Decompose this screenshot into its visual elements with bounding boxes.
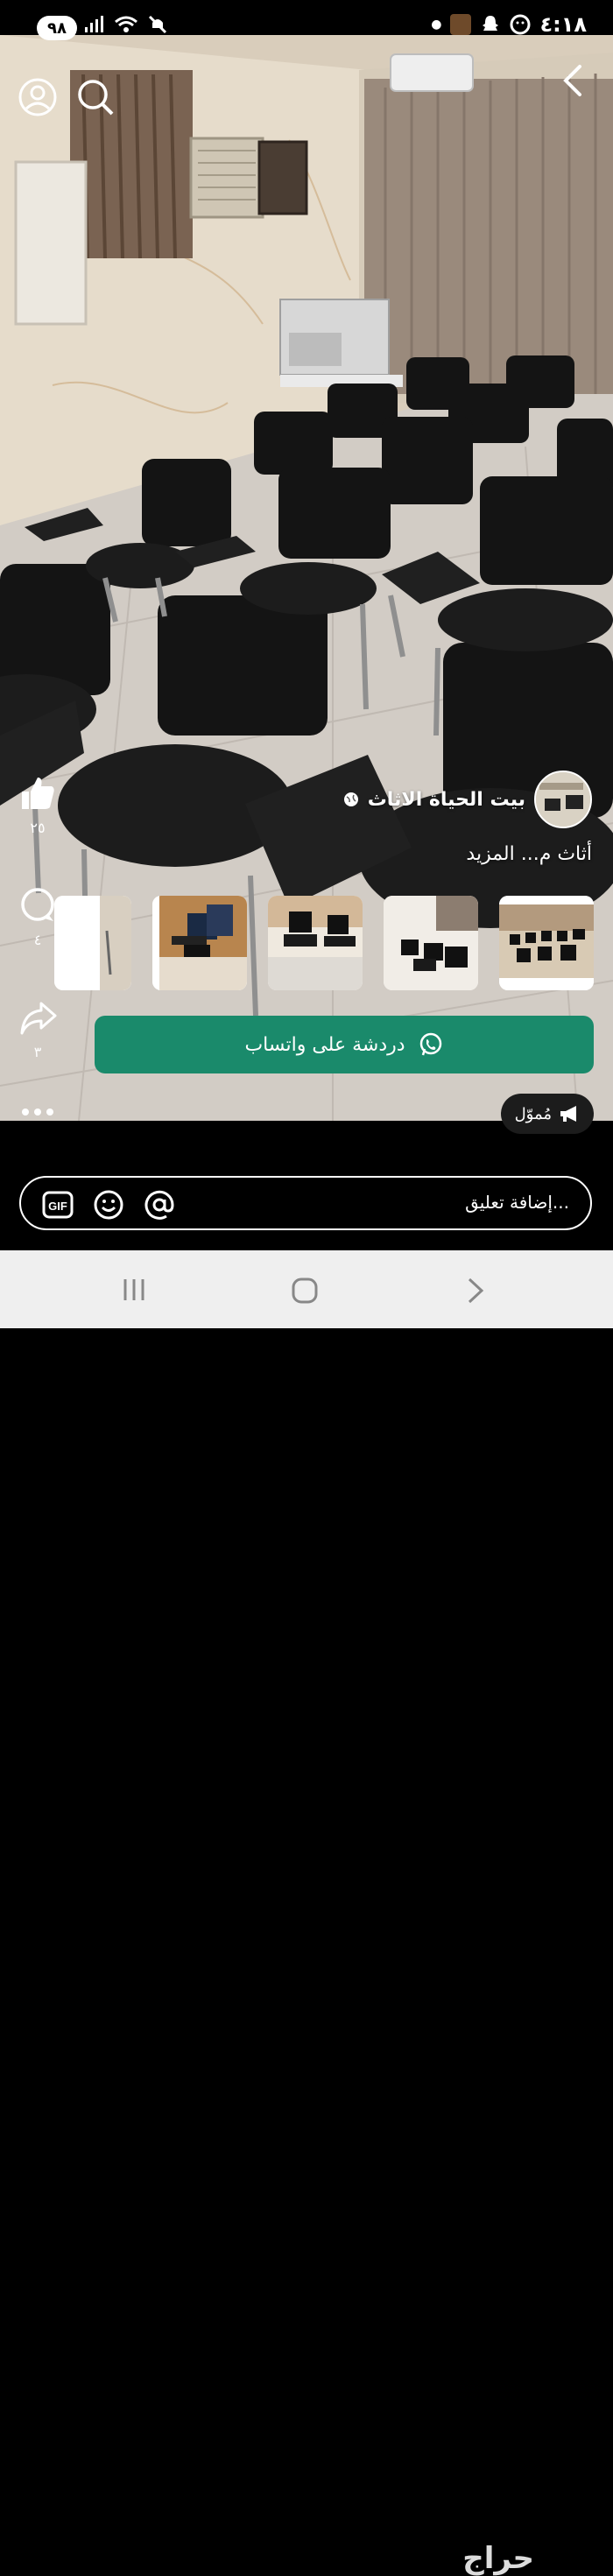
share-icon[interactable] <box>18 998 57 1037</box>
whatsapp-chat-button[interactable]: دردشة على واتساب <box>95 1016 594 1073</box>
seller-name[interactable]: بيت الحياة الاثاث <box>368 789 525 811</box>
dot-icon: ● <box>431 18 442 32</box>
nav-back-icon[interactable] <box>466 1277 487 1305</box>
recents-icon[interactable] <box>121 1277 147 1303</box>
system-nav-bar: حراج <box>0 1250 613 2576</box>
profile-icon[interactable] <box>18 77 58 117</box>
home-icon[interactable] <box>291 1277 319 1305</box>
svg-text:GIF: GIF <box>48 1200 67 1213</box>
haraj-watermark: حراج <box>462 2541 534 2576</box>
status-icons <box>84 14 168 35</box>
clock: ٤:١٨ <box>539 12 587 37</box>
megaphone-icon <box>560 1106 576 1122</box>
thumbnail[interactable] <box>268 896 363 990</box>
app-notification-icon <box>450 14 472 35</box>
globe-icon <box>343 792 358 806</box>
back-icon[interactable] <box>559 63 590 98</box>
whatsapp-button-label: دردشة على واتساب <box>244 1033 405 1056</box>
status-right: ● ٤:١٨ <box>431 12 587 37</box>
battery-level: ٩٨ <box>37 16 77 40</box>
like-icon[interactable] <box>18 774 57 813</box>
search-icon[interactable] <box>75 77 116 117</box>
sponsored-badge: مُموّل <box>500 1094 594 1134</box>
sponsored-label: مُموّل <box>514 1104 552 1123</box>
wifi-icon <box>115 16 137 32</box>
comment-placeholder[interactable]: إضافة تعليق... <box>465 1192 569 1213</box>
more-icon[interactable] <box>20 1105 55 1119</box>
post-description[interactable]: أثاث م... المزيد <box>466 843 592 865</box>
seller-info[interactable]: بيت الحياة الاثاث <box>343 771 592 828</box>
seller-avatar[interactable] <box>534 771 592 828</box>
emoji-icon[interactable] <box>93 1189 124 1221</box>
share-action[interactable]: ٣ <box>16 998 60 1060</box>
snapchat-icon <box>483 16 499 31</box>
thumbnail-strip[interactable] <box>0 896 613 992</box>
gif-icon[interactable]: GIF <box>42 1189 74 1221</box>
share-count: ٣ <box>33 1044 42 1060</box>
thumbnail[interactable] <box>152 896 247 990</box>
mute-icon <box>148 15 167 34</box>
thumbnail[interactable] <box>384 896 478 990</box>
more-action[interactable] <box>16 1105 60 1123</box>
thumbnail[interactable] <box>54 896 131 990</box>
face-icon <box>510 14 531 35</box>
like-count: ٢٥ <box>30 820 46 836</box>
whatsapp-icon <box>419 1032 441 1056</box>
status-bar: ٩٨ ● ٤:١٨ <box>0 0 613 56</box>
like-action[interactable]: ٢٥ <box>16 774 60 836</box>
mention-icon[interactable] <box>144 1189 175 1221</box>
comment-input-bar[interactable]: GIF إضافة تعليق... <box>19 1176 592 1230</box>
signal-icon <box>85 16 103 32</box>
thumbnail[interactable] <box>499 896 594 990</box>
